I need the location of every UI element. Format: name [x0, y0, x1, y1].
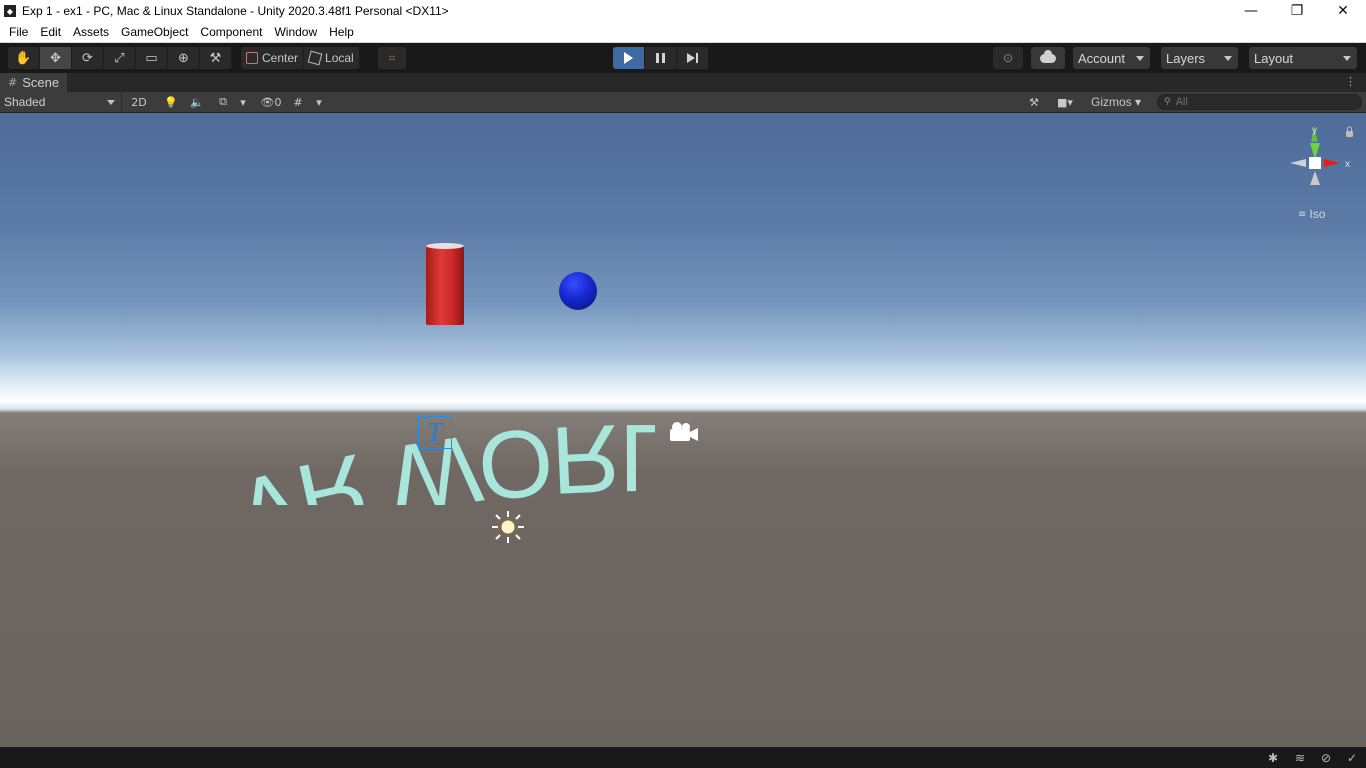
play-controls — [613, 47, 709, 69]
move-tool-button[interactable]: ✥ — [40, 47, 72, 69]
visibility-icon: 👁 — [260, 95, 275, 109]
menu-gameobject[interactable]: GameObject — [115, 25, 194, 39]
collab-button[interactable]: ⊙ — [993, 47, 1023, 69]
grid-toggle-icon[interactable]: # — [288, 92, 308, 112]
menu-help[interactable]: Help — [323, 25, 360, 39]
effects-toggle-icon[interactable]: ⧉ — [212, 92, 234, 112]
shading-mode-dropdown[interactable]: Shaded — [0, 92, 122, 112]
pivot-controls: Center Local — [241, 47, 360, 69]
layers-stack-icon[interactable]: ≋ — [1291, 749, 1309, 766]
projection-toggle[interactable]: ≡ Iso — [1298, 207, 1325, 221]
gizmo-x-label: x — [1345, 159, 1350, 170]
pivot-center-button[interactable]: Center — [241, 47, 305, 69]
toggle-2d-button[interactable]: 2D — [126, 92, 152, 112]
scale-tool-button[interactable]: ⤢ — [104, 47, 136, 69]
pivot-label: Center — [262, 51, 299, 65]
window-title: Exp 1 - ex1 - PC, Mac & Linux Standalone… — [22, 4, 449, 18]
rect-tool-button[interactable]: ▭ — [136, 47, 168, 69]
hidden-count: 0 — [274, 95, 282, 109]
pivot-icon — [246, 52, 258, 64]
maximize-button[interactable]: ❐ — [1274, 0, 1320, 22]
cloud-icon — [1040, 49, 1056, 63]
transform-tools: ✋ ✥ ⟳ ⤢ ▭ ⊕ ⚒ — [8, 47, 232, 69]
shading-mode-label: Shaded — [4, 95, 46, 109]
step-icon — [687, 53, 698, 63]
text-gizmo-icon[interactable]: T — [418, 416, 452, 449]
camera-gizmo-icon[interactable] — [666, 419, 700, 443]
pivot-local-button[interactable]: Local — [304, 47, 360, 69]
menu-window[interactable]: Window — [268, 25, 323, 39]
layout-label: Layout — [1254, 50, 1294, 66]
orientation-gizmo[interactable]: y x — [1284, 121, 1358, 207]
scene-search-input[interactable]: ⚲ All — [1157, 94, 1362, 110]
tools-icon[interactable]: ⚒ — [1024, 92, 1044, 112]
scene-viewport[interactable]: VR WORLD T y x ≡ I — [0, 113, 1366, 747]
layers-dropdown[interactable]: Layers — [1161, 47, 1238, 69]
status-bar: ✱ ≋ ⊘ ✓ — [0, 747, 1366, 768]
rotate-tool-button[interactable]: ⟳ — [72, 47, 104, 69]
menu-file[interactable]: File — [3, 25, 34, 39]
search-placeholder: All — [1175, 96, 1188, 108]
projection-label: Iso — [1309, 207, 1326, 221]
unity-app-icon: ◆ — [4, 5, 16, 17]
main-toolbar: ✋ ✥ ⟳ ⤢ ▭ ⊕ ⚒ Center Local ⌗ ⊙ Account L… — [0, 43, 1366, 73]
layout-dropdown[interactable]: Layout — [1249, 47, 1357, 69]
step-button[interactable] — [677, 47, 709, 69]
grid-dropdown-icon[interactable]: ▾ — [312, 92, 326, 112]
menu-edit[interactable]: Edit — [34, 25, 67, 39]
checkmark-icon[interactable]: ✓ — [1343, 749, 1361, 766]
cloud-services-button[interactable] — [1031, 47, 1065, 69]
local-rotation-icon — [307, 50, 323, 66]
pause-button[interactable] — [645, 47, 677, 69]
lighting-toggle-icon[interactable]: 💡 — [160, 92, 182, 112]
bug-icon[interactable]: ✱ — [1264, 749, 1282, 766]
hidden-objects-toggle[interactable]: 👁 0 — [254, 92, 288, 112]
chevron-down-icon — [107, 100, 115, 105]
minimize-button[interactable]: — — [1228, 0, 1274, 22]
red-cylinder-object[interactable] — [426, 243, 464, 325]
transform-tool-button[interactable]: ⊕ — [168, 47, 200, 69]
camera-settings-button[interactable]: ■▾ — [1048, 92, 1082, 112]
effects-dropdown-icon[interactable]: ▾ — [236, 92, 250, 112]
menu-assets[interactable]: Assets — [67, 25, 115, 39]
lock-icon[interactable] — [1346, 131, 1353, 137]
menu-component[interactable]: Component — [194, 25, 268, 39]
grid-snap-button[interactable]: ⌗ — [378, 47, 406, 69]
gizmos-dropdown[interactable]: Gizmos ▾ — [1082, 92, 1150, 112]
account-dropdown[interactable]: Account — [1073, 47, 1150, 69]
auto-generate-lighting-icon[interactable]: ⊘ — [1317, 749, 1335, 766]
audio-toggle-icon[interactable]: 🔈 — [186, 92, 208, 112]
play-icon — [624, 52, 633, 64]
search-icon: ⚲ — [1164, 97, 1171, 107]
blue-sphere-object[interactable] — [559, 272, 597, 310]
chevron-down-icon — [1224, 56, 1232, 61]
custom-tool-button[interactable]: ⚒ — [200, 47, 232, 69]
scene-view-toolbar: Shaded 2D 💡 🔈 ⧉ ▾ 👁 0 # ▾ ⚒ ■▾ Gizmos ▾ … — [0, 92, 1366, 113]
tab-menu-icon[interactable]: ⋮ — [1345, 75, 1356, 88]
scene-tab-label: Scene — [22, 75, 60, 90]
pause-icon — [656, 53, 665, 63]
window-title-bar: ◆ Exp 1 - ex1 - PC, Mac & Linux Standalo… — [0, 0, 1366, 22]
hand-tool-button[interactable]: ✋ — [8, 47, 40, 69]
gizmo-y-label: y — [1312, 125, 1317, 136]
menu-bar: File Edit Assets GameObject Component Wi… — [0, 22, 1366, 43]
close-button[interactable]: ✕ — [1320, 0, 1366, 22]
chevron-down-icon — [1343, 56, 1351, 61]
directional-light-icon[interactable] — [490, 509, 526, 545]
play-button[interactable] — [613, 47, 645, 69]
scene-tab-icon: # — [8, 76, 18, 89]
layers-label: Layers — [1166, 50, 1206, 66]
scene-tab-row: # Scene ⋮ — [0, 73, 1366, 92]
menu-lines-icon: ≡ — [1298, 208, 1307, 220]
rotation-label: Local — [325, 51, 354, 65]
chevron-down-icon — [1136, 56, 1144, 61]
gizmos-label: Gizmos — [1090, 95, 1132, 109]
tab-scene[interactable]: # Scene — [0, 73, 68, 92]
account-label: Account — [1078, 50, 1125, 66]
